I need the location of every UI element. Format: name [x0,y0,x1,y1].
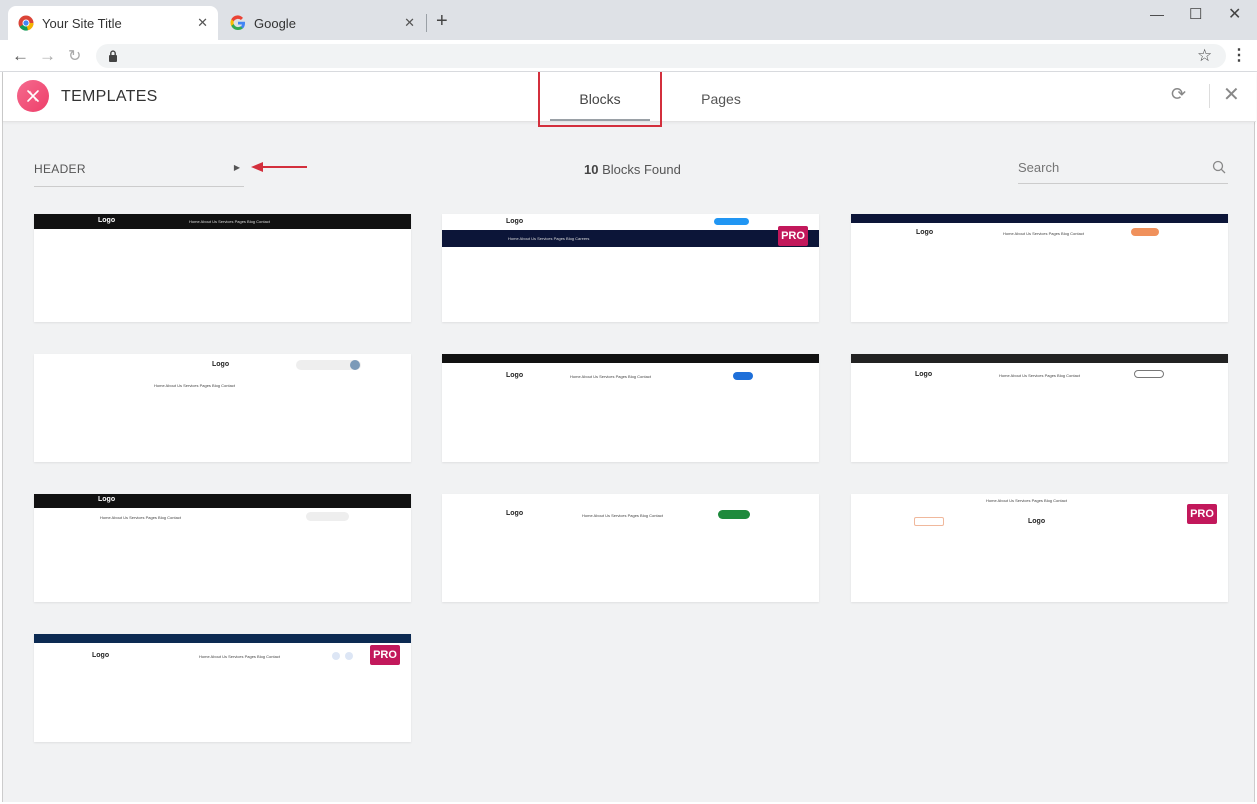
found-suffix: Blocks Found [602,162,681,177]
preview-logo: Logo [506,372,524,379]
preview-icon [332,652,340,660]
preview-logo: Logo [212,361,230,368]
preview-topbar [442,354,819,363]
caret-right-icon: ▶ [233,163,240,172]
tab-divider [426,14,427,32]
menu-kebab-icon[interactable]: ⋮ [1231,45,1247,65]
search-icon[interactable] [1212,160,1226,174]
templates-modal: TEMPLATES Blocks Pages ⟳ ✕ HEADER ▶ 10 B… [2,72,1256,802]
tab-pages[interactable]: Pages [671,72,771,126]
preview-menu: Home About Us Services Pages Blog Contac… [986,498,1067,503]
close-modal-icon[interactable]: ✕ [1223,82,1240,107]
sync-icon[interactable]: ⟳ [1171,84,1186,105]
filter-label: HEADER [34,162,86,176]
preview-cta [1131,228,1159,236]
close-tab-icon[interactable]: ✕ [197,15,208,31]
block-card-7[interactable]: Logo Home About Us Services Pages Blog C… [34,494,411,602]
preview-search [306,512,349,521]
pro-badge: PRO [1187,504,1217,524]
block-card-6[interactable]: Logo Home About Us Services Pages Blog C… [851,354,1228,462]
window-close-icon[interactable]: ✕ [1228,4,1241,24]
reload-icon[interactable]: ↻ [68,46,81,66]
preview-menu: Home About Us Services Pages Blog Contac… [199,654,280,659]
preview-cta [718,510,750,519]
preview-menu: Home About Us Services Pages Blog Contac… [1003,231,1084,236]
active-tab-underline [550,119,650,121]
preview-topbar [851,354,1228,363]
forward-arrow-icon[interactable]: → [39,46,56,66]
modal-header: TEMPLATES Blocks Pages ⟳ ✕ [3,72,1256,127]
block-card-3[interactable]: Logo Home About Us Services Pages Blog C… [851,214,1228,322]
preview-menu: Home About Us Services Pages Blog Contac… [582,513,663,518]
category-filter[interactable]: HEADER ▶ [34,160,244,187]
maximize-icon[interactable]: ☐ [1189,5,1202,23]
preview-cta [733,372,753,380]
chrome-icon [18,15,34,31]
preview-menu: Home About Us Services Pages Blog Career… [508,236,590,241]
preview-search-btn [350,360,360,370]
preview-logo: Logo [98,217,116,224]
tab-pages-label: Pages [701,91,741,107]
block-card-1[interactable]: Logo Home About Us Services Pages Blog C… [34,214,411,322]
search-box[interactable] [1018,158,1228,184]
found-number: 10 [584,162,599,177]
block-card-8[interactable]: Logo Home About Us Services Pages Blog C… [442,494,819,602]
preview-menu: Home About Us Services Pages Blog Contac… [189,219,270,224]
preview-logo: Logo [916,229,934,236]
browser-tab-site[interactable]: Your Site Title ✕ [8,6,218,40]
preview-menu: Home About Us Services Pages Blog Contac… [570,374,651,379]
tab-blocks-label: Blocks [579,90,621,107]
templates-title: TEMPLATES [61,88,158,105]
browser-tab-bar: Your Site Title ✕ Google ✕ + — ☐ ✕ [0,0,1257,40]
browser-toolbar: ← → ↻ ☆ ⋮ [0,40,1257,72]
minimize-icon[interactable]: — [1150,6,1164,22]
preview-menu: Home About Us Services Pages Blog Contac… [154,383,235,388]
tab-title: Your Site Title [42,15,122,31]
preview-menu: Home About Us Services Pages Blog Contac… [100,515,181,520]
annotation-arrow-icon [251,162,307,172]
browser-tab-google[interactable]: Google ✕ [220,6,425,40]
block-card-9[interactable]: Home About Us Services Pages Blog Contac… [851,494,1228,602]
block-card-2[interactable]: Logo Home About Us Services Pages Blog C… [442,214,819,322]
pro-badge: PRO [370,645,400,665]
new-tab-icon[interactable]: + [436,10,448,33]
tab-blocks[interactable]: Blocks [538,72,662,127]
logo-mark-icon [27,90,39,102]
preview-cta [914,517,944,526]
back-arrow-icon[interactable]: ← [12,46,29,66]
google-icon [230,15,245,31]
preview-logo: Logo [98,496,116,503]
pro-badge: PRO [778,226,808,246]
block-card-10[interactable]: Logo Home About Us Services Pages Blog C… [34,634,411,742]
preview-cta [714,218,749,225]
preview-topbar [34,634,411,643]
templates-logo-icon [17,80,49,112]
preview-logo: Logo [92,652,110,659]
preview-menu: Home About Us Services Pages Blog Contac… [999,373,1080,378]
preview-icon [345,652,353,660]
preview-logo: Logo [915,371,933,378]
address-bar[interactable] [96,44,1226,68]
search-input[interactable] [1018,158,1198,175]
preview-topbar [851,214,1228,223]
preview-navbar [442,230,819,247]
header-divider [1209,84,1210,108]
close-tab-icon[interactable]: ✕ [404,15,415,31]
preview-cta [1134,370,1164,378]
preview-logo: Logo [1028,518,1046,525]
preview-logo: Logo [506,510,524,517]
lock-icon [109,50,117,62]
block-card-4[interactable]: Logo Home About Us Services Pages Blog C… [34,354,411,462]
preview-topbar [34,494,411,508]
bookmark-star-icon[interactable]: ☆ [1197,46,1212,66]
tab-title: Google [254,15,296,31]
block-card-5[interactable]: Logo Home About Us Services Pages Blog C… [442,354,819,462]
blocks-found-count: 10 Blocks Found [584,162,681,177]
preview-logo: Logo [506,218,524,225]
